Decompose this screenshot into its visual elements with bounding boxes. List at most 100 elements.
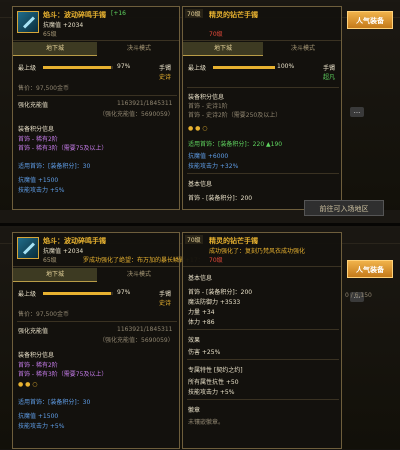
- mode-tabs: 地下城 决斗模式: [183, 42, 341, 56]
- comparison-panel-top: 焰斗：波动碎鸣手镯 抗魔值 +2034 65级 [+16 地下城 决斗模式 最上…: [0, 0, 400, 223]
- fusion-value: 1163921/1845311: [117, 326, 173, 333]
- grade-label: 最上级: [18, 291, 37, 298]
- level-badge: 70级: [185, 235, 203, 244]
- base-score: 首饰 - [装备积分]：200: [188, 289, 253, 296]
- stat-2: 技能攻击力 +5%: [18, 187, 65, 194]
- item-name: 焰斗：波动碎鸣手镯: [43, 237, 106, 245]
- emblem-slot: 未镶嵌徽章。: [188, 419, 225, 426]
- score-line-2: 首饰 - 稀有3阶（需要75及以上）: [18, 145, 108, 152]
- item-attack: 抗魔值 +2034: [43, 248, 84, 255]
- equipped-item-tooltip: 焰斗：波动碎鸣手镯 抗魔值 +2034 65级 地下城 决斗模式 罗成功强化了绝…: [12, 232, 204, 449]
- bracelet-item-icon: [17, 11, 39, 33]
- fusion-label: 强化充能值: [18, 102, 49, 109]
- tab-duel[interactable]: 决斗模式: [97, 42, 181, 56]
- base-title: 基本信息: [188, 181, 213, 188]
- grade-percent: 97%: [117, 63, 131, 70]
- emblem-title: 徽章: [188, 407, 201, 414]
- tooltip-header: 焰斗：波动碎鸣手镯 抗魔值 +2034 65级 [+16: [13, 7, 179, 41]
- item-name: 精灵的钻芒手镯: [209, 237, 258, 245]
- grade-percent: 100%: [277, 63, 295, 70]
- section-divider: [187, 87, 339, 88]
- item-name: 精灵的钻芒手镯: [209, 11, 258, 19]
- section-divider: [187, 173, 339, 174]
- more-button[interactable]: ...: [350, 107, 364, 117]
- stat-2: 技能攻击力 +5%: [18, 423, 65, 430]
- popular-equipment-button[interactable]: 人气装备: [347, 11, 393, 29]
- tab-duel[interactable]: 决斗模式: [263, 42, 343, 56]
- tab-dungeon[interactable]: 地下城: [13, 42, 97, 56]
- item-attack: 抗魔值 +2034: [43, 22, 84, 29]
- score-title: 装备积分信息: [188, 94, 225, 101]
- tooltip-header: 70级 精灵的钻芒手镯 成功强化了：复刻乃梵风衣成功强化 70级: [183, 233, 341, 267]
- item-type: 手镯: [159, 291, 172, 298]
- tab-dungeon[interactable]: 地下城: [183, 42, 263, 56]
- comparison-panel-bottom: 焰斗：波动碎鸣手镯 抗魔值 +2034 65级 地下城 决斗模式 罗成功强化了绝…: [0, 226, 400, 449]
- score-line-2: 首饰 - 史诗2阶（需要250及以上）: [188, 112, 282, 119]
- special-1: 所有属性抗性 +50: [188, 379, 239, 386]
- sell-price: 售价：97,500金币: [18, 311, 69, 318]
- score-line-1: 首饰 - 史诗1阶: [188, 103, 228, 110]
- popular-equipment-button[interactable]: 人气装备: [347, 260, 393, 278]
- section-divider: [187, 359, 339, 360]
- item-level-required: 65级: [43, 257, 57, 264]
- vitality: 体力 +86: [188, 319, 215, 326]
- effect-1: 伤害 +25%: [188, 349, 221, 356]
- bracelet-item-icon: [17, 237, 39, 259]
- special-title: 专属特性 [契约之约]: [188, 367, 243, 374]
- equipped-item-tooltip: 焰斗：波动碎鸣手镯 抗魔值 +2034 65级 [+16 地下城 决斗模式 最上…: [12, 6, 180, 210]
- item-rarity: 史诗: [159, 300, 172, 307]
- fusion-sub: （强化充能值：5690059）: [99, 337, 174, 344]
- broadcast-message: 成功强化了：复刻乃梵风衣成功强化: [209, 248, 306, 255]
- stat-1: 抗魔值 +6000: [188, 153, 229, 160]
- special-2: 技能攻击力 +5%: [188, 389, 235, 396]
- grade-label: 最上级: [18, 65, 37, 72]
- base-title: 基本信息: [188, 275, 213, 282]
- fusion-sub: （强化充能值：5690059）: [99, 111, 174, 118]
- score-title: 装备积分信息: [18, 126, 55, 133]
- slot-dots: ● ● ○: [18, 381, 38, 388]
- magic-defense: 魔法防御力 +3533: [188, 299, 241, 306]
- stat-1: 抗魔值 +1500: [18, 413, 59, 420]
- fusion-label: 强化充能值: [18, 328, 49, 335]
- mode-tabs: 地下城 决斗模式: [13, 268, 179, 282]
- grade-percent: 97%: [117, 289, 131, 296]
- level-badge: 70级: [185, 9, 203, 18]
- grade-bar: [213, 66, 275, 69]
- score-line-2: 首饰 - 稀有3阶（需要75及以上）: [18, 371, 108, 378]
- effect-title: 效果: [188, 337, 201, 344]
- tab-duel[interactable]: 决斗模式: [97, 268, 181, 282]
- section-divider: [17, 321, 177, 322]
- compare-item-tooltip: 70级 精灵的钻芒手镯 成功强化了：复刻乃梵风衣成功强化 70级 基本信息 首饰…: [182, 232, 342, 449]
- section-divider: [17, 95, 177, 96]
- item-type: 手镯: [323, 65, 336, 72]
- stat-1: 抗魔值 +1500: [18, 177, 59, 184]
- compare-item-tooltip: 70级 精灵的钻芒手镯 70级 地下城 决斗模式 最上级 100% 手镯 超凡 …: [182, 6, 342, 210]
- set-score: 适用首饰：[装备积分]：30: [18, 163, 91, 170]
- sell-price: 售价：97,500金币: [18, 85, 69, 92]
- item-type: 手镯: [159, 65, 172, 72]
- slot-dots: ● ● ○: [188, 125, 208, 132]
- mode-tabs: 地下城 决斗模式: [13, 42, 179, 56]
- item-level-required: 70级: [209, 31, 223, 38]
- stat-2: 技能攻击力 +32%: [188, 163, 239, 170]
- section-divider: [187, 399, 339, 400]
- fusion-value: 1163921/1845311: [117, 100, 173, 107]
- grade-bar: [43, 66, 113, 69]
- enter-dungeon-button[interactable]: 前往可入场地区: [304, 200, 384, 216]
- score-title: 装备积分信息: [18, 352, 55, 359]
- item-rarity: 超凡: [323, 74, 336, 81]
- set-score: 适用首饰：[装备积分]：220 ▲190: [188, 141, 283, 148]
- item-rarity: 史诗: [159, 74, 172, 81]
- grade-label: 最上级: [188, 65, 207, 72]
- grade-bar: [43, 292, 113, 295]
- item-level-required: 70级: [209, 257, 223, 264]
- item-name: 焰斗：波动碎鸣手镯: [43, 11, 106, 19]
- item-level-required: 65级: [43, 31, 57, 38]
- tab-dungeon[interactable]: 地下城: [13, 268, 97, 282]
- enhance-level: [+16: [111, 10, 127, 17]
- score-line-1: 首饰 - 稀有2阶: [18, 136, 58, 143]
- set-score: 适用首饰：[装备积分]：30: [18, 399, 91, 406]
- score-line-1: 首饰 - 稀有2阶: [18, 362, 58, 369]
- strength: 力量 +34: [188, 309, 215, 316]
- section-divider: [187, 329, 339, 330]
